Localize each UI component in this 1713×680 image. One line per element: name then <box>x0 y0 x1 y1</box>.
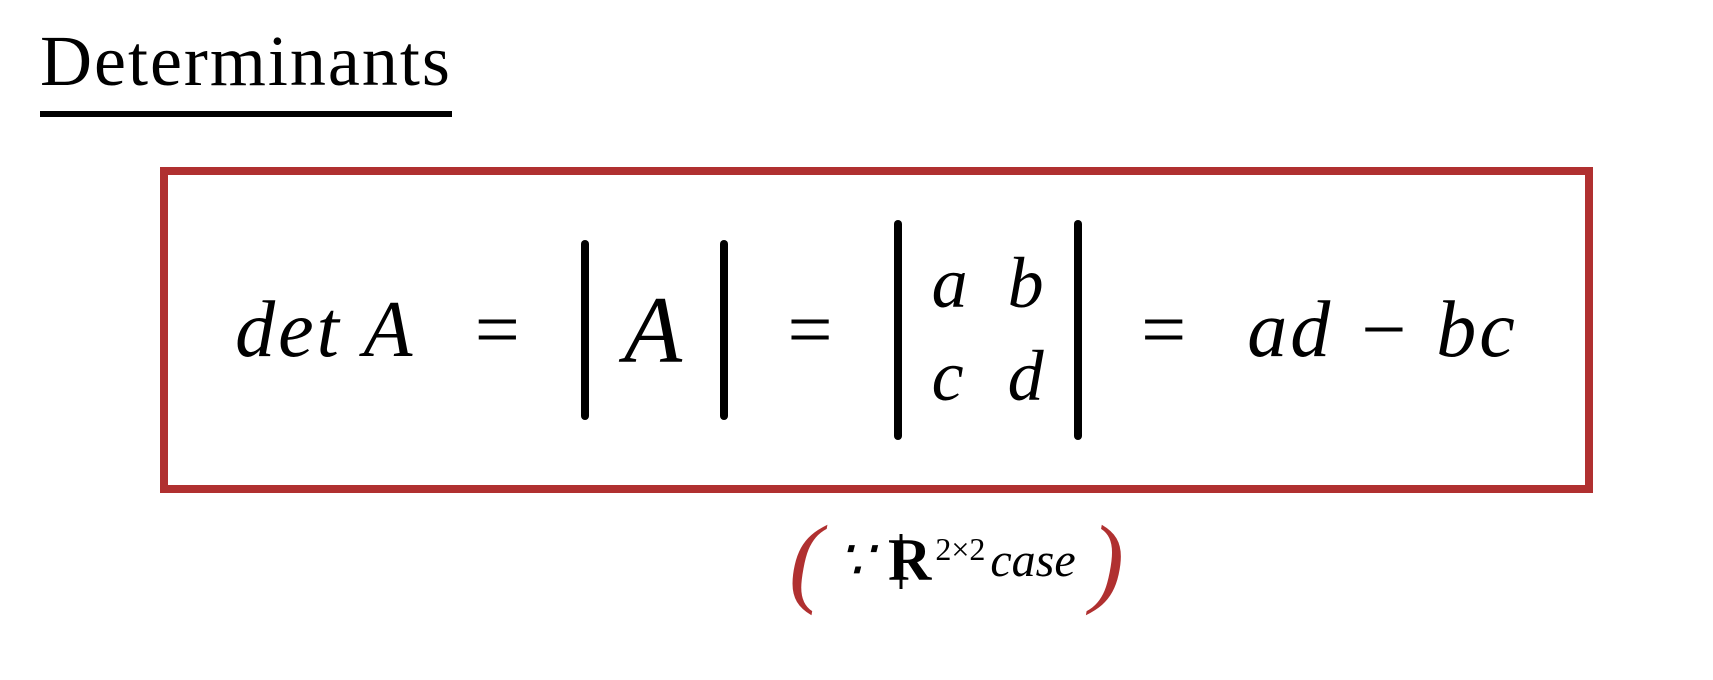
title-heading: Determinants <box>40 20 452 117</box>
equals-1: = <box>470 285 527 376</box>
det-label: det A <box>235 285 415 376</box>
equals-2: = <box>782 285 839 376</box>
right-paren-icon: ) <box>1091 503 1124 618</box>
case-label: case <box>990 533 1075 588</box>
real-numbers-symbol: R <box>888 526 931 595</box>
matrix-entry-b: b <box>1008 242 1044 325</box>
vertical-bar-icon <box>581 240 589 420</box>
vertical-bar-icon <box>1074 220 1082 440</box>
formula-box: det A = A = a b c d = ad − bc <box>160 167 1593 493</box>
matrix-entry-d: d <box>1008 335 1044 418</box>
vertical-bar-icon <box>720 240 728 420</box>
matrix-entry-c: c <box>932 335 968 418</box>
abs-a-notation: A <box>581 240 728 420</box>
result-expression: ad − bc <box>1247 285 1518 376</box>
matrix-entries: a b c d <box>912 242 1064 418</box>
matrix-determinant: a b c d <box>894 220 1082 440</box>
because-symbol: ∵ <box>837 528 873 593</box>
exponent-text: 2×2 <box>935 531 985 567</box>
left-paren-icon: ( <box>789 503 822 618</box>
matrix-entry-a: a <box>932 242 968 325</box>
equals-3: = <box>1136 285 1193 376</box>
annotation-note: ( ∵ R2×2 case ) <box>220 503 1693 618</box>
vertical-bar-icon <box>894 220 902 440</box>
matrix-a-symbol: A <box>599 275 710 385</box>
